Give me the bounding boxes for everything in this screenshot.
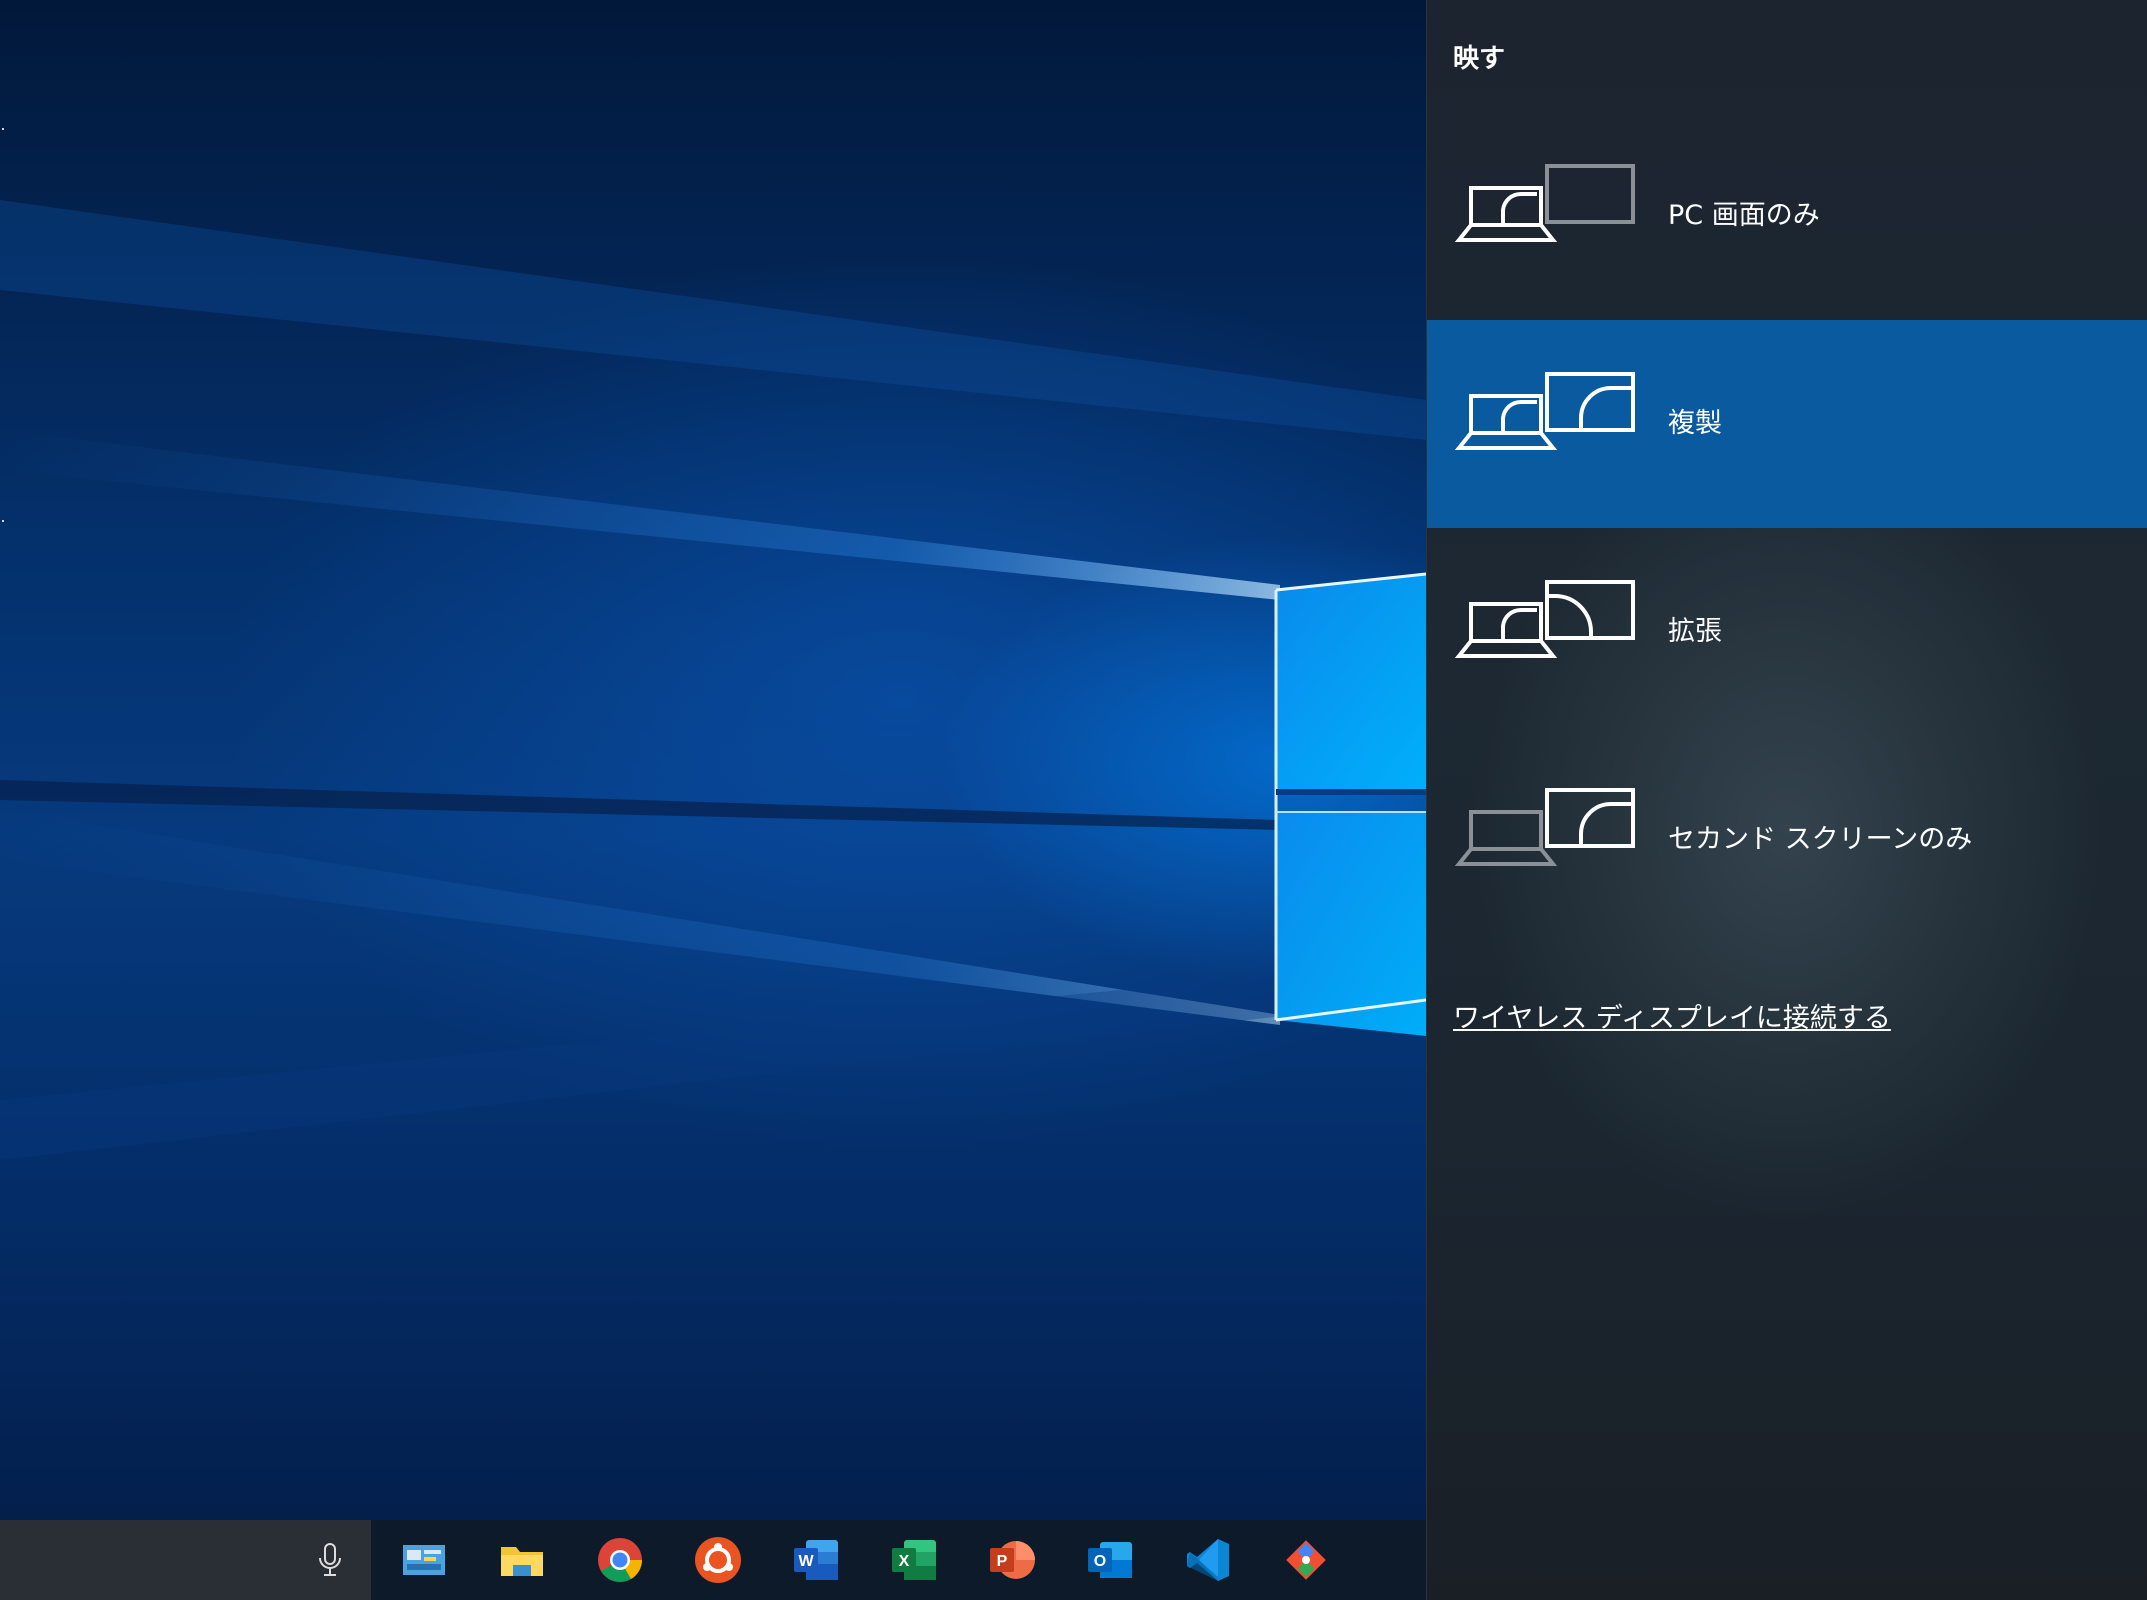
search-box[interactable]: [0, 1520, 371, 1600]
pc-screen-only-icon: [1455, 164, 1635, 242]
svg-text:W: W: [798, 1553, 814, 1570]
file-explorer-icon[interactable]: [496, 1534, 548, 1586]
powerpoint-icon[interactable]: P: [986, 1534, 1038, 1586]
chrome-icon[interactable]: [594, 1534, 646, 1586]
control-panel-icon[interactable]: [398, 1534, 450, 1586]
option-label: 拡張: [1668, 616, 1722, 647]
vscode-icon[interactable]: [1182, 1534, 1234, 1586]
excel-icon[interactable]: X: [888, 1534, 940, 1586]
outlook-icon[interactable]: O: [1084, 1534, 1136, 1586]
svg-text:X: X: [899, 1553, 910, 1570]
option-pc-screen-only[interactable]: PC 画面のみ: [1427, 112, 2147, 320]
option-label: PC 画面のみ: [1668, 200, 1820, 231]
taskbar: W X P O: [0, 1520, 1426, 1600]
option-duplicate[interactable]: 複製: [1427, 320, 2147, 528]
svg-text:P: P: [997, 1553, 1008, 1570]
option-label: 複製: [1668, 408, 1722, 439]
desktop-wallpaper: [0, 0, 1426, 1520]
ubuntu-icon[interactable]: [692, 1534, 744, 1586]
word-icon[interactable]: W: [790, 1534, 842, 1586]
connect-wireless-display-link[interactable]: ワイヤレス ディスプレイに接続する: [1453, 996, 1891, 1035]
microphone-icon[interactable]: [316, 1542, 344, 1578]
svg-text:O: O: [1094, 1553, 1106, 1570]
second-screen-only-icon: [1455, 788, 1635, 866]
duplicate-icon: [1455, 372, 1635, 450]
windows-logo-light: [0, 200, 1426, 1160]
option-extend[interactable]: 拡張: [1427, 528, 2147, 736]
option-second-screen-only[interactable]: セカンド スクリーンのみ: [1427, 736, 2147, 944]
option-label: セカンド スクリーンのみ: [1668, 824, 1973, 855]
extend-icon: [1455, 580, 1635, 658]
panel-title: 映す: [1453, 44, 1506, 74]
project-panel: 映す PC 画面のみ 複製 拡張 セカンド スクリーンのみ ワイヤレス ディスプ…: [1426, 0, 2147, 1600]
desktop-icon-dot: [2, 520, 4, 522]
desktop-icon-dot: [2, 128, 4, 130]
git-icon[interactable]: [1280, 1534, 1332, 1586]
